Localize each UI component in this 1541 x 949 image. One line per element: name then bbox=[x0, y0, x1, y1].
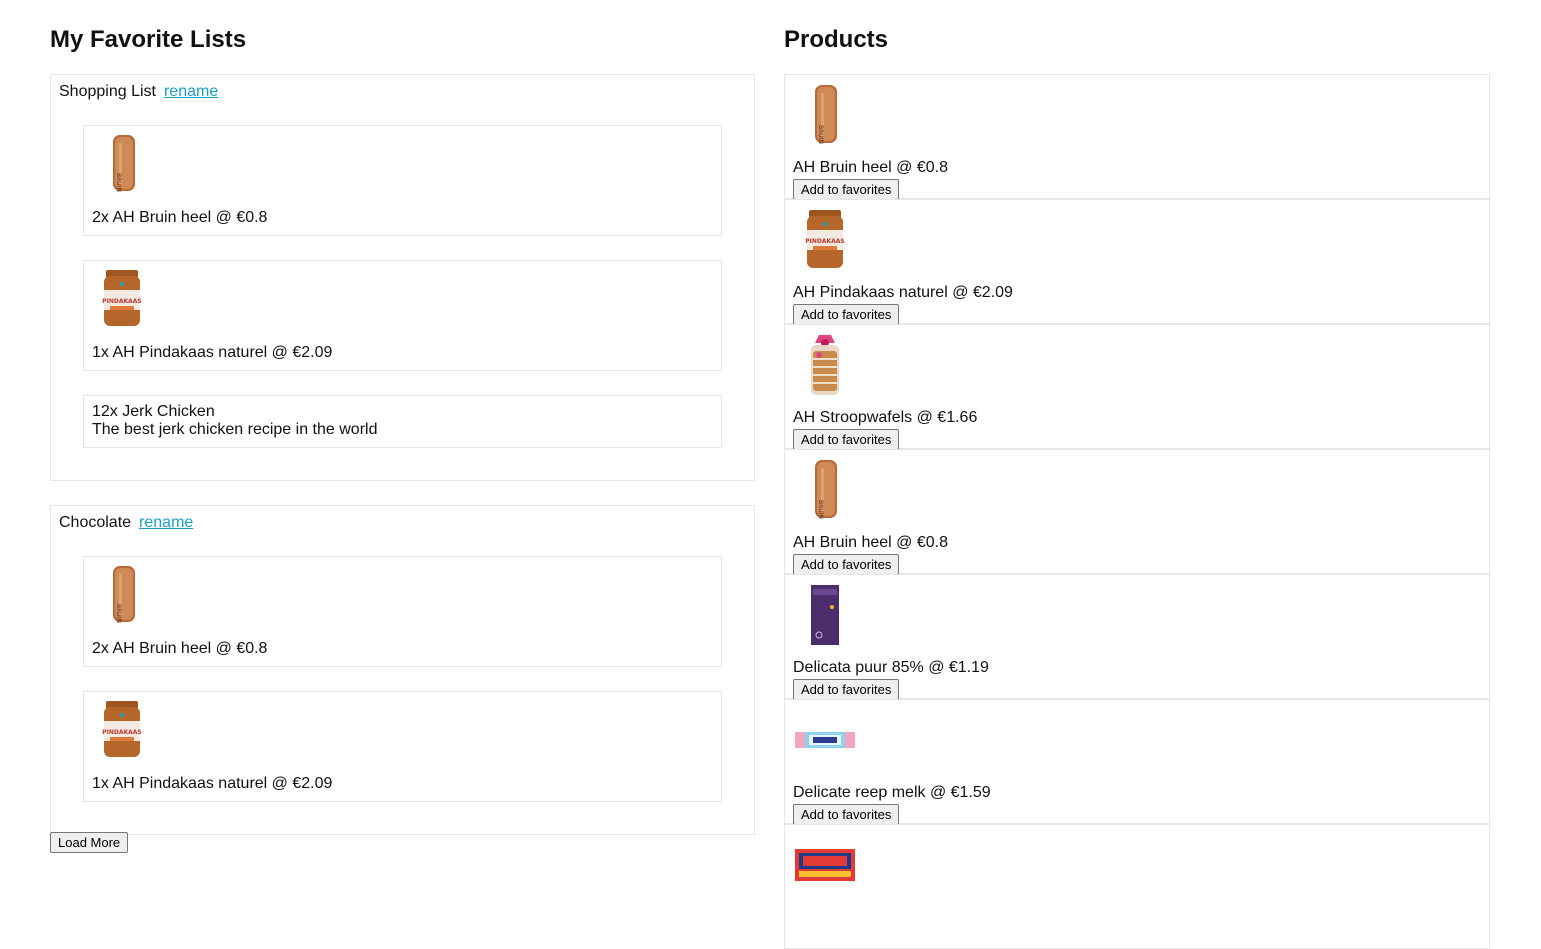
peanut-butter-icon: PINDAKAAS bbox=[92, 268, 152, 328]
product-text: Delicata puur 85% @ €1.19 bbox=[793, 659, 989, 676]
list-header: Chocolate rename bbox=[59, 513, 722, 533]
product-card bbox=[784, 824, 1490, 949]
list-entry: BRUIN 2x AH Bruin heel @ €0.8 bbox=[83, 125, 722, 236]
rename-link[interactable]: rename bbox=[164, 83, 218, 100]
svg-text:PINDAKAAS: PINDAKAAS bbox=[805, 238, 845, 245]
favorite-list: Chocolate rename BRUIN 2x AH Bruin heel @… bbox=[50, 505, 755, 835]
bread-icon: BRUIN bbox=[793, 458, 857, 522]
add-to-favorites-button[interactable]: Add to favorites bbox=[793, 679, 900, 700]
list-entry: PINDAKAAS 1x AH Pindakaas naturel @ €2.0… bbox=[83, 691, 722, 802]
bread-icon: BRUIN bbox=[92, 133, 152, 193]
product-text: AH Bruin heel @ €0.8 bbox=[793, 159, 948, 176]
peanut-butter-icon: PINDAKAAS bbox=[92, 699, 152, 759]
product-card: PINDAKAAS AH Pindakaas naturel @ €2.09 A… bbox=[784, 199, 1490, 325]
product-card: BRUIN AH Bruin heel @ €0.8 Add to favori… bbox=[784, 449, 1490, 575]
peanut-butter-icon: PINDAKAAS bbox=[793, 208, 857, 272]
add-to-favorites-button[interactable]: Add to favorites bbox=[793, 429, 900, 450]
add-to-favorites-button[interactable]: Add to favorites bbox=[793, 554, 900, 575]
product-text: AH Stroopwafels @ €1.66 bbox=[793, 409, 978, 426]
products-title: Products bbox=[784, 26, 889, 53]
list-name: Shopping List bbox=[59, 83, 156, 100]
bread-icon: BRUIN bbox=[92, 564, 152, 624]
favorites-title: My Favorite Lists bbox=[50, 26, 247, 53]
bread-icon: BRUIN bbox=[793, 83, 857, 147]
svg-text:PINDAKAAS: PINDAKAAS bbox=[102, 298, 142, 305]
list-entry: PINDAKAAS 1x AH Pindakaas naturel @ €2.0… bbox=[83, 260, 722, 371]
product-card: BRUIN AH Bruin heel @ €0.8 Add to favori… bbox=[784, 74, 1490, 200]
entry-text: 1x AH Pindakaas naturel @ €2.09 bbox=[92, 344, 333, 361]
list-entry: 12x Jerk Chicken The best jerk chicken r… bbox=[83, 395, 722, 448]
svg-text:PINDAKAAS: PINDAKAAS bbox=[102, 729, 142, 736]
stroopwafels-icon bbox=[793, 333, 857, 397]
rename-link[interactable]: rename bbox=[139, 514, 193, 531]
list-header: Shopping List rename bbox=[59, 82, 722, 102]
add-to-favorites-button[interactable]: Add to favorites bbox=[793, 179, 900, 200]
tonys-chocolate-bar-icon bbox=[793, 833, 857, 897]
entry-text: 1x AH Pindakaas naturel @ €2.09 bbox=[92, 775, 333, 792]
list-entry: BRUIN 2x AH Bruin heel @ €0.8 bbox=[83, 556, 722, 667]
favorite-list: Shopping List rename BRUIN 2x AH Bruin he… bbox=[50, 74, 755, 481]
dark-chocolate-bar-icon bbox=[793, 583, 857, 647]
product-card: Delicate reep melk @ €1.59 Add to favori… bbox=[784, 699, 1490, 825]
favorite-lists: Shopping List rename BRUIN 2x AH Bruin he… bbox=[50, 74, 755, 859]
product-list: BRUIN AH Bruin heel @ €0.8 Add to favori… bbox=[784, 74, 1490, 949]
svg-text:BRUIN: BRUIN bbox=[817, 500, 824, 519]
product-text: AH Bruin heel @ €0.8 bbox=[793, 534, 948, 551]
product-card: AH Stroopwafels @ €1.66 Add to favorites bbox=[784, 324, 1490, 450]
milk-chocolate-bar-icon bbox=[793, 708, 857, 772]
product-text: Delicate reep melk @ €1.59 bbox=[793, 784, 991, 801]
add-to-favorites-button[interactable]: Add to favorites bbox=[793, 304, 900, 325]
list-name: Chocolate bbox=[59, 514, 132, 531]
product-card: Delicata puur 85% @ €1.19 Add to favorit… bbox=[784, 574, 1490, 700]
svg-text:BRUIN: BRUIN bbox=[115, 173, 122, 192]
entry-text: 2x AH Bruin heel @ €0.8 bbox=[92, 640, 268, 657]
add-to-favorites-button[interactable]: Add to favorites bbox=[793, 804, 900, 825]
load-more-button[interactable]: Load More bbox=[50, 832, 129, 853]
entry-text: 2x AH Bruin heel @ €0.8 bbox=[92, 209, 268, 226]
entry-description: The best jerk chicken recipe in the worl… bbox=[92, 421, 378, 438]
entry-text: 12x Jerk Chicken bbox=[92, 403, 215, 420]
product-text: AH Pindakaas naturel @ €2.09 bbox=[793, 284, 1013, 301]
svg-text:BRUIN: BRUIN bbox=[817, 125, 824, 144]
svg-text:BRUIN: BRUIN bbox=[115, 604, 122, 623]
